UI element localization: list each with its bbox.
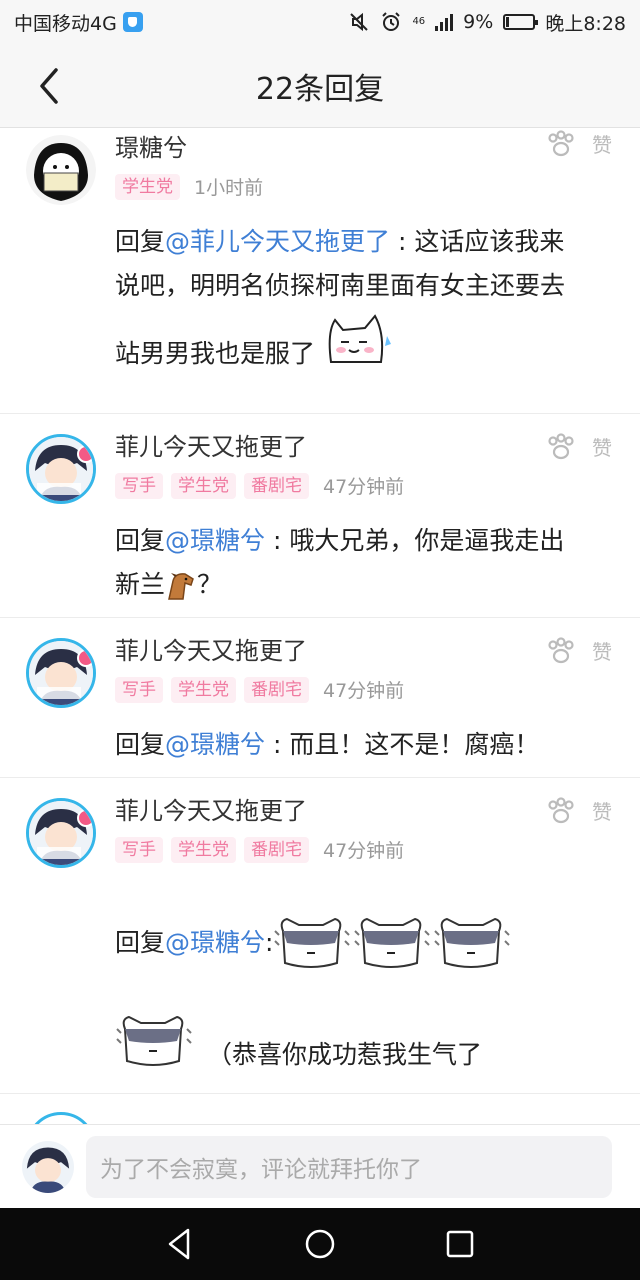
like-button[interactable]: 赞 [546, 636, 612, 665]
user-meta: 写手 学生党 番剧宅 47分钟前 [115, 472, 612, 499]
reply-prefix: 回复 [115, 526, 166, 555]
reply-text-line2: 说吧，明明名侦探柯南里面有女主还要去 [115, 271, 566, 300]
sweating-cat-sticker-icon [328, 314, 391, 363]
system-nav-bar [0, 1208, 640, 1280]
user-tag: 学生党 [171, 836, 236, 863]
user-meta: 学生党 1小时前 [115, 173, 612, 200]
badge-icon [77, 809, 93, 827]
separator: : [265, 928, 274, 957]
reply-item: 璟糖兮 赞 学生党 1小时前 回复@菲儿今天又拖更了 : 这话应该我来 说吧，明… [0, 129, 640, 414]
separator: : [265, 526, 290, 555]
timestamp: 47分钟前 [323, 476, 405, 498]
angry-cat-sticker-icon [434, 917, 511, 968]
like-button[interactable]: 赞 [546, 432, 612, 461]
like-label: 赞 [592, 436, 612, 460]
recents-square-icon[interactable] [440, 1224, 480, 1264]
horse-emoji-icon [168, 573, 194, 600]
reply-content: 回复@璟糖兮 : 哦大兄弟，你是逼我走出 新兰 ？ [115, 519, 612, 607]
reply-text-line1: 这话应该我来 [414, 227, 565, 256]
user-meta: 写手 学生党 番剧宅 47分钟前 [115, 836, 612, 863]
comment-composer: 为了不会寂寞，评论就拜托你了 [0, 1124, 640, 1208]
avatar[interactable] [26, 798, 96, 868]
reply-item-partial [0, 1094, 640, 1124]
badge-icon [77, 649, 93, 667]
like-button[interactable]: 赞 [546, 129, 612, 158]
reply-content: 回复@璟糖兮 : 而且！这不是！腐癌！ [115, 723, 612, 767]
avatar[interactable] [26, 135, 96, 205]
carrier-label: 中国移动4G [14, 12, 117, 35]
reply-item: 菲儿今天又拖更了 赞 写手 学生党 番剧宅 47分钟前 回复@璟糖兮 : 而且！… [0, 618, 640, 778]
timestamp: 1小时前 [194, 177, 264, 199]
home-circle-icon[interactable] [300, 1224, 340, 1264]
status-bar: 中国移动4G 46 9% 晚上8:28 [0, 0, 640, 44]
page-title: 22条回复 [255, 71, 385, 107]
user-name[interactable]: 菲儿今天又拖更了 [115, 636, 612, 666]
separator: : [390, 227, 415, 256]
comment-placeholder: 为了不会寂寞，评论就拜托你了 [100, 1156, 422, 1183]
alarm-icon [382, 12, 401, 31]
avatar[interactable] [26, 1112, 96, 1124]
paw-icon [548, 796, 574, 823]
back-chevron-icon[interactable] [32, 66, 66, 106]
user-tag: 番剧宅 [244, 676, 309, 703]
my-avatar[interactable] [22, 1140, 74, 1193]
mention-link[interactable]: @璟糖兮 [165, 526, 265, 555]
paw-icon [548, 129, 574, 156]
reply-text-line2: 新兰 [115, 570, 166, 599]
avatar[interactable] [26, 638, 96, 708]
user-tag: 写手 [115, 836, 163, 863]
mention-link[interactable]: @菲儿今天又拖更了 [165, 227, 390, 256]
reply-prefix: 回复 [115, 730, 166, 759]
battery-percent: 9% [463, 11, 494, 33]
like-button[interactable]: 赞 [546, 796, 612, 825]
comment-input[interactable]: 为了不会寂寞，评论就拜托你了 [86, 1135, 612, 1198]
back-triangle-icon[interactable] [160, 1224, 200, 1264]
reply-text-line1: 而且！这不是！腐癌！ [289, 730, 540, 759]
mention-link[interactable]: @璟糖兮 [165, 921, 265, 965]
separator: : [265, 730, 290, 759]
like-label: 赞 [592, 133, 612, 157]
like-label: 赞 [592, 640, 612, 664]
paw-icon [548, 636, 574, 663]
clock: 晚上8:28 [545, 12, 626, 35]
reply-text-line2: （恭喜你成功惹我生气了 [207, 1040, 483, 1069]
user-tag: 番剧宅 [244, 472, 309, 499]
user-tag: 写手 [115, 472, 163, 499]
paw-icon [548, 432, 574, 459]
reply-item: 菲儿今天又拖更了 赞 写手 学生党 番剧宅 47分钟前 回复@璟糖兮 : 哦大兄… [0, 414, 640, 618]
reply-prefix: 回复 [115, 928, 166, 957]
user-name[interactable]: 菲儿今天又拖更了 [115, 432, 612, 462]
user-tag: 写手 [115, 676, 163, 703]
top-bar: 22条回复 [0, 44, 640, 128]
network-type-label: 46 [412, 16, 426, 27]
reply-text-line1: 哦大兄弟，你是逼我走出 [289, 526, 565, 555]
timestamp: 47分钟前 [323, 680, 405, 702]
reply-content: 回复 @璟糖兮 : （恭喜你成功惹我生气了 [115, 907, 612, 1081]
user-tag: 学生党 [171, 676, 236, 703]
timestamp: 47分钟前 [323, 840, 405, 862]
user-name[interactable]: 菲儿今天又拖更了 [115, 796, 612, 826]
reply-list[interactable]: 璟糖兮 赞 学生党 1小时前 回复@菲儿今天又拖更了 : 这话应该我来 说吧，明… [0, 129, 640, 1124]
user-tag: 番剧宅 [244, 836, 309, 863]
user-name[interactable]: 璟糖兮 [115, 133, 612, 163]
like-label: 赞 [592, 800, 612, 824]
badge-icon [77, 445, 93, 463]
angry-cat-sticker-icon [354, 917, 431, 968]
mention-link[interactable]: @璟糖兮 [165, 730, 265, 759]
user-tag: 学生党 [171, 472, 236, 499]
reply-prefix: 回复 [115, 227, 166, 256]
user-tag: 学生党 [115, 173, 180, 200]
mute-icon [350, 12, 369, 32]
reply-text-line3: 站男男我也是服了 [115, 339, 316, 368]
security-shield-icon [122, 12, 143, 32]
reply-content: 回复@菲儿今天又拖更了 : 这话应该我来 说吧，明明名侦探柯南里面有女主还要去 … [115, 220, 612, 376]
reply-text-line2-end: ？ [197, 570, 223, 599]
reply-item: 菲儿今天又拖更了 赞 写手 学生党 番剧宅 47分钟前 回复 @璟糖兮 : （恭喜… [0, 778, 640, 1094]
user-meta: 写手 学生党 番剧宅 47分钟前 [115, 676, 612, 703]
signal-icon [435, 13, 454, 31]
angry-cat-sticker-icon [274, 917, 351, 968]
avatar[interactable] [26, 434, 96, 504]
angry-cat-sticker-icon [116, 1015, 192, 1066]
battery-icon [503, 14, 539, 30]
